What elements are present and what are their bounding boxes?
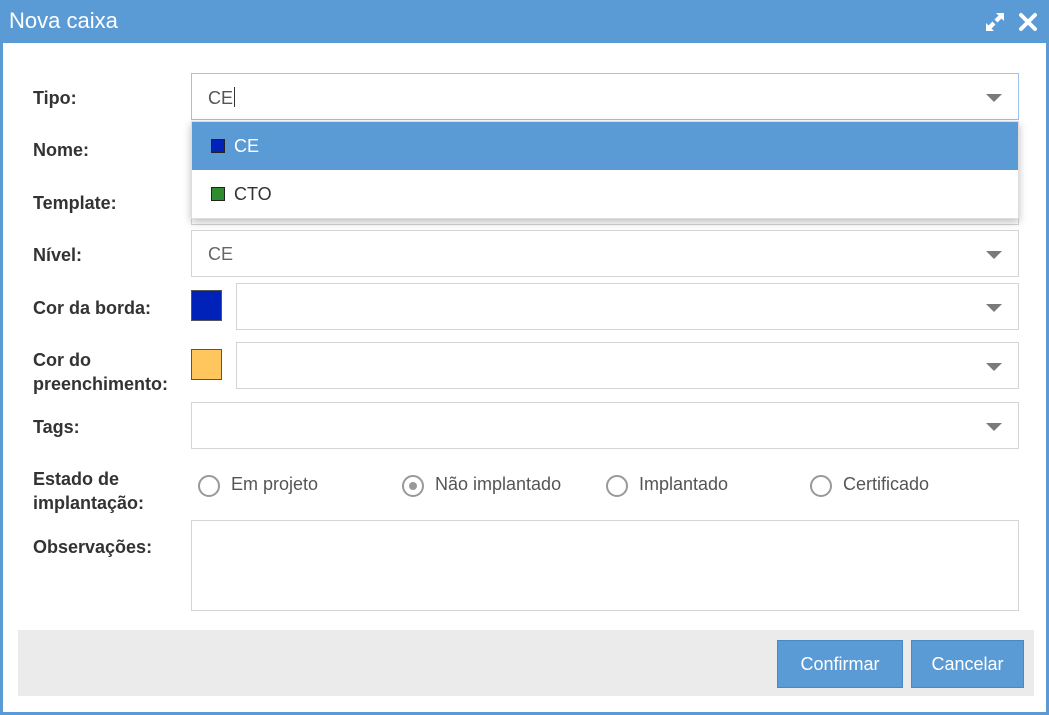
nome-label: Nome: [33,140,90,160]
option-label: CE [234,136,260,156]
tipo-label: Tipo: [33,88,77,108]
tags-label: Tags: [33,417,80,437]
dialog-window: Nova caixa Tipo: CE Nome: Template: Níve… [0,0,1049,715]
dropdown-option-cto[interactable]: CTO [192,170,1018,218]
chevron-down-icon[interactable] [986,94,1002,102]
maximize-icon[interactable] [983,10,1007,34]
chevron-down-icon[interactable] [986,423,1002,431]
nivel-label: Nível: [33,245,83,265]
title-bar[interactable]: Nova caixa [0,0,1049,43]
chevron-down-icon[interactable] [986,304,1002,312]
dialog-footer: Confirmar Cancelar [18,630,1034,696]
nivel-select[interactable]: CE [191,230,1019,277]
radio-label: Em projeto [231,474,319,494]
cor-preenchimento-label: Cor do preenchimento: [33,350,169,394]
dropdown-option-ce[interactable]: CE [192,122,1018,170]
radio-circle[interactable] [810,475,832,497]
radio-label: Certificado [843,474,930,494]
cancel-button[interactable]: Cancelar [911,640,1024,688]
tags-select[interactable] [191,402,1019,449]
estado-radio-group: Em projeto Não implantado Implantado Cer… [198,472,978,502]
option-label: CTO [234,184,272,204]
tipo-value: CE [208,87,236,108]
radio-selected-dot [409,482,417,490]
observacoes-label: Observações: [33,537,153,557]
confirm-button[interactable]: Confirmar [777,640,903,688]
chevron-down-icon[interactable] [986,363,1002,371]
fill-color-swatch[interactable] [191,349,222,380]
observacoes-textarea[interactable] [191,520,1019,611]
chevron-down-icon[interactable] [986,251,1002,259]
text-cursor [234,87,236,107]
radio-circle[interactable] [606,475,628,497]
close-icon[interactable] [1016,10,1040,34]
cor-borda-label: Cor da borda: [33,298,152,318]
template-label: Template: [33,193,117,213]
radio-circle[interactable] [198,475,220,497]
border-color-swatch[interactable] [191,290,222,321]
estado-label: Estado de implantação: [33,469,145,513]
dialog-title: Nova caixa [9,8,118,33]
tipo-select[interactable]: CE [191,73,1019,120]
nivel-value: CE [208,244,234,264]
radio-label: Não implantado [435,474,562,494]
color-square-icon [211,139,225,153]
cor-borda-select[interactable] [236,283,1019,330]
radio-circle[interactable] [402,475,424,497]
cor-preenchimento-select[interactable] [236,342,1019,389]
color-square-icon [211,187,225,201]
tipo-dropdown-list: CE CTO [191,121,1019,219]
radio-label: Implantado [639,474,729,494]
